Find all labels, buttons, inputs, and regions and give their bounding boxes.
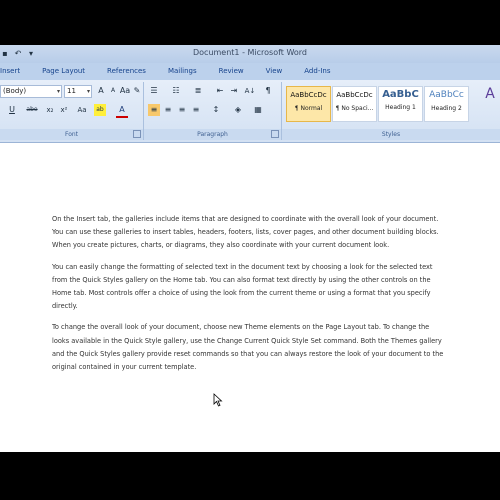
style-heading-2-label: Heading 2 <box>431 105 462 112</box>
ribbon: (Body) ▾ 11 ▾ A A Aa ✎ U abe x₂ x² Aa ab… <box>0 80 500 143</box>
paragraph-group: ☰ ☷ ≣ ⇤ ⇥ A↓ ¶ ≡ ≡ ≡ ≡ ↕ ◈ ▦ Paragraph <box>144 82 282 140</box>
title-bar: ▪ ↶ ▾ Document1 - Microsoft Word <box>0 45 500 63</box>
borders-icon[interactable]: ▦ <box>252 104 264 116</box>
tab-add-ins[interactable]: Add-Ins <box>293 63 341 80</box>
font-name-box[interactable]: (Body) ▾ <box>0 85 62 98</box>
shrink-font-icon[interactable]: A <box>107 85 119 97</box>
shading-icon[interactable]: ◈ <box>232 104 244 116</box>
style-no-spacing-label: ¶ No Spaci... <box>335 105 374 112</box>
font-size-dropdown-icon[interactable]: ▾ <box>87 86 90 97</box>
change-styles-icon[interactable]: A <box>482 87 498 101</box>
decrease-indent-icon[interactable]: ⇤ <box>214 85 226 97</box>
styles-group-label: Styles <box>282 129 500 140</box>
tab-page-layout[interactable]: Page Layout <box>31 63 96 80</box>
change-case-icon[interactable]: Aa <box>119 85 131 97</box>
font-size-value: 11 <box>67 87 76 95</box>
word-window: ▪ ↶ ▾ Document1 - Microsoft Word Insert … <box>0 45 500 452</box>
font-name-value: (Body) <box>3 87 27 95</box>
style-normal-label: ¶ Normal <box>294 105 323 112</box>
align-right-icon[interactable]: ≡ <box>176 104 188 116</box>
increase-indent-icon[interactable]: ⇥ <box>228 85 240 97</box>
tab-mailings[interactable]: Mailings <box>157 63 208 80</box>
grow-font-icon[interactable]: A <box>95 85 107 97</box>
styles-group: AaBbCcDc ¶ Normal AaBbCcDc ¶ No Spaci...… <box>282 82 500 140</box>
ribbon-tabs: Insert Page Layout References Mailings R… <box>0 63 500 80</box>
numbering-icon[interactable]: ☷ <box>170 85 182 97</box>
strikethrough-icon[interactable]: abe <box>26 104 38 116</box>
style-heading-1[interactable]: AaBbC Heading 1 <box>378 86 423 122</box>
highlight-icon[interactable]: ab <box>94 104 106 116</box>
tab-references[interactable]: References <box>96 63 157 80</box>
document-paragraph-2: You can easily change the formatting of … <box>52 262 433 311</box>
window-title: Document1 - Microsoft Word <box>192 48 308 57</box>
font-name-dropdown-icon[interactable]: ▾ <box>57 86 60 97</box>
superscript-icon[interactable]: x² <box>58 104 70 116</box>
style-heading-2-sample: AaBbCc <box>429 90 464 100</box>
font-group-label: Font <box>0 129 143 140</box>
bullets-icon[interactable]: ☰ <box>148 85 160 97</box>
style-normal[interactable]: AaBbCcDc ¶ Normal <box>286 86 331 122</box>
tab-view[interactable]: View <box>255 63 294 80</box>
clear-formatting-icon[interactable]: ✎ <box>131 85 143 97</box>
font-group: (Body) ▾ 11 ▾ A A Aa ✎ U abe x₂ x² Aa ab… <box>0 82 144 140</box>
font-dialog-launcher-icon[interactable] <box>133 130 141 138</box>
subscript-icon[interactable]: x₂ <box>44 104 56 116</box>
sort-icon[interactable]: A↓ <box>244 85 256 97</box>
underline-icon[interactable]: U <box>6 104 18 116</box>
tab-insert[interactable]: Insert <box>0 63 31 80</box>
multilevel-list-icon[interactable]: ≣ <box>192 85 204 97</box>
show-formatting-marks-icon[interactable]: ¶ <box>262 85 274 97</box>
justify-icon[interactable]: ≡ <box>190 104 202 116</box>
tab-review[interactable]: Review <box>208 63 255 80</box>
document-body[interactable]: On the Insert tab, the galleries include… <box>52 213 447 382</box>
line-spacing-icon[interactable]: ↕ <box>210 104 222 116</box>
style-heading-2[interactable]: AaBbCc Heading 2 <box>424 86 469 122</box>
style-normal-sample: AaBbCcDc <box>290 91 327 99</box>
mouse-pointer-icon <box>213 393 223 407</box>
paragraph-dialog-launcher-icon[interactable] <box>271 130 279 138</box>
font-size-box[interactable]: 11 ▾ <box>64 85 92 98</box>
paragraph-group-label: Paragraph <box>144 129 281 140</box>
document-paragraph-1: On the Insert tab, the galleries include… <box>52 215 439 250</box>
align-center-icon[interactable]: ≡ <box>162 104 174 116</box>
style-heading-1-label: Heading 1 <box>385 104 416 111</box>
text-effects-icon[interactable]: Aa <box>76 104 88 116</box>
font-color-icon[interactable]: A <box>116 104 128 118</box>
align-left-icon[interactable]: ≡ <box>148 104 160 116</box>
document-paragraph-3: To change the overall look of your docum… <box>52 323 444 372</box>
style-no-spacing[interactable]: AaBbCcDc ¶ No Spaci... <box>332 86 377 122</box>
style-no-spacing-sample: AaBbCcDc <box>336 91 373 99</box>
style-heading-1-sample: AaBbC <box>382 89 419 100</box>
